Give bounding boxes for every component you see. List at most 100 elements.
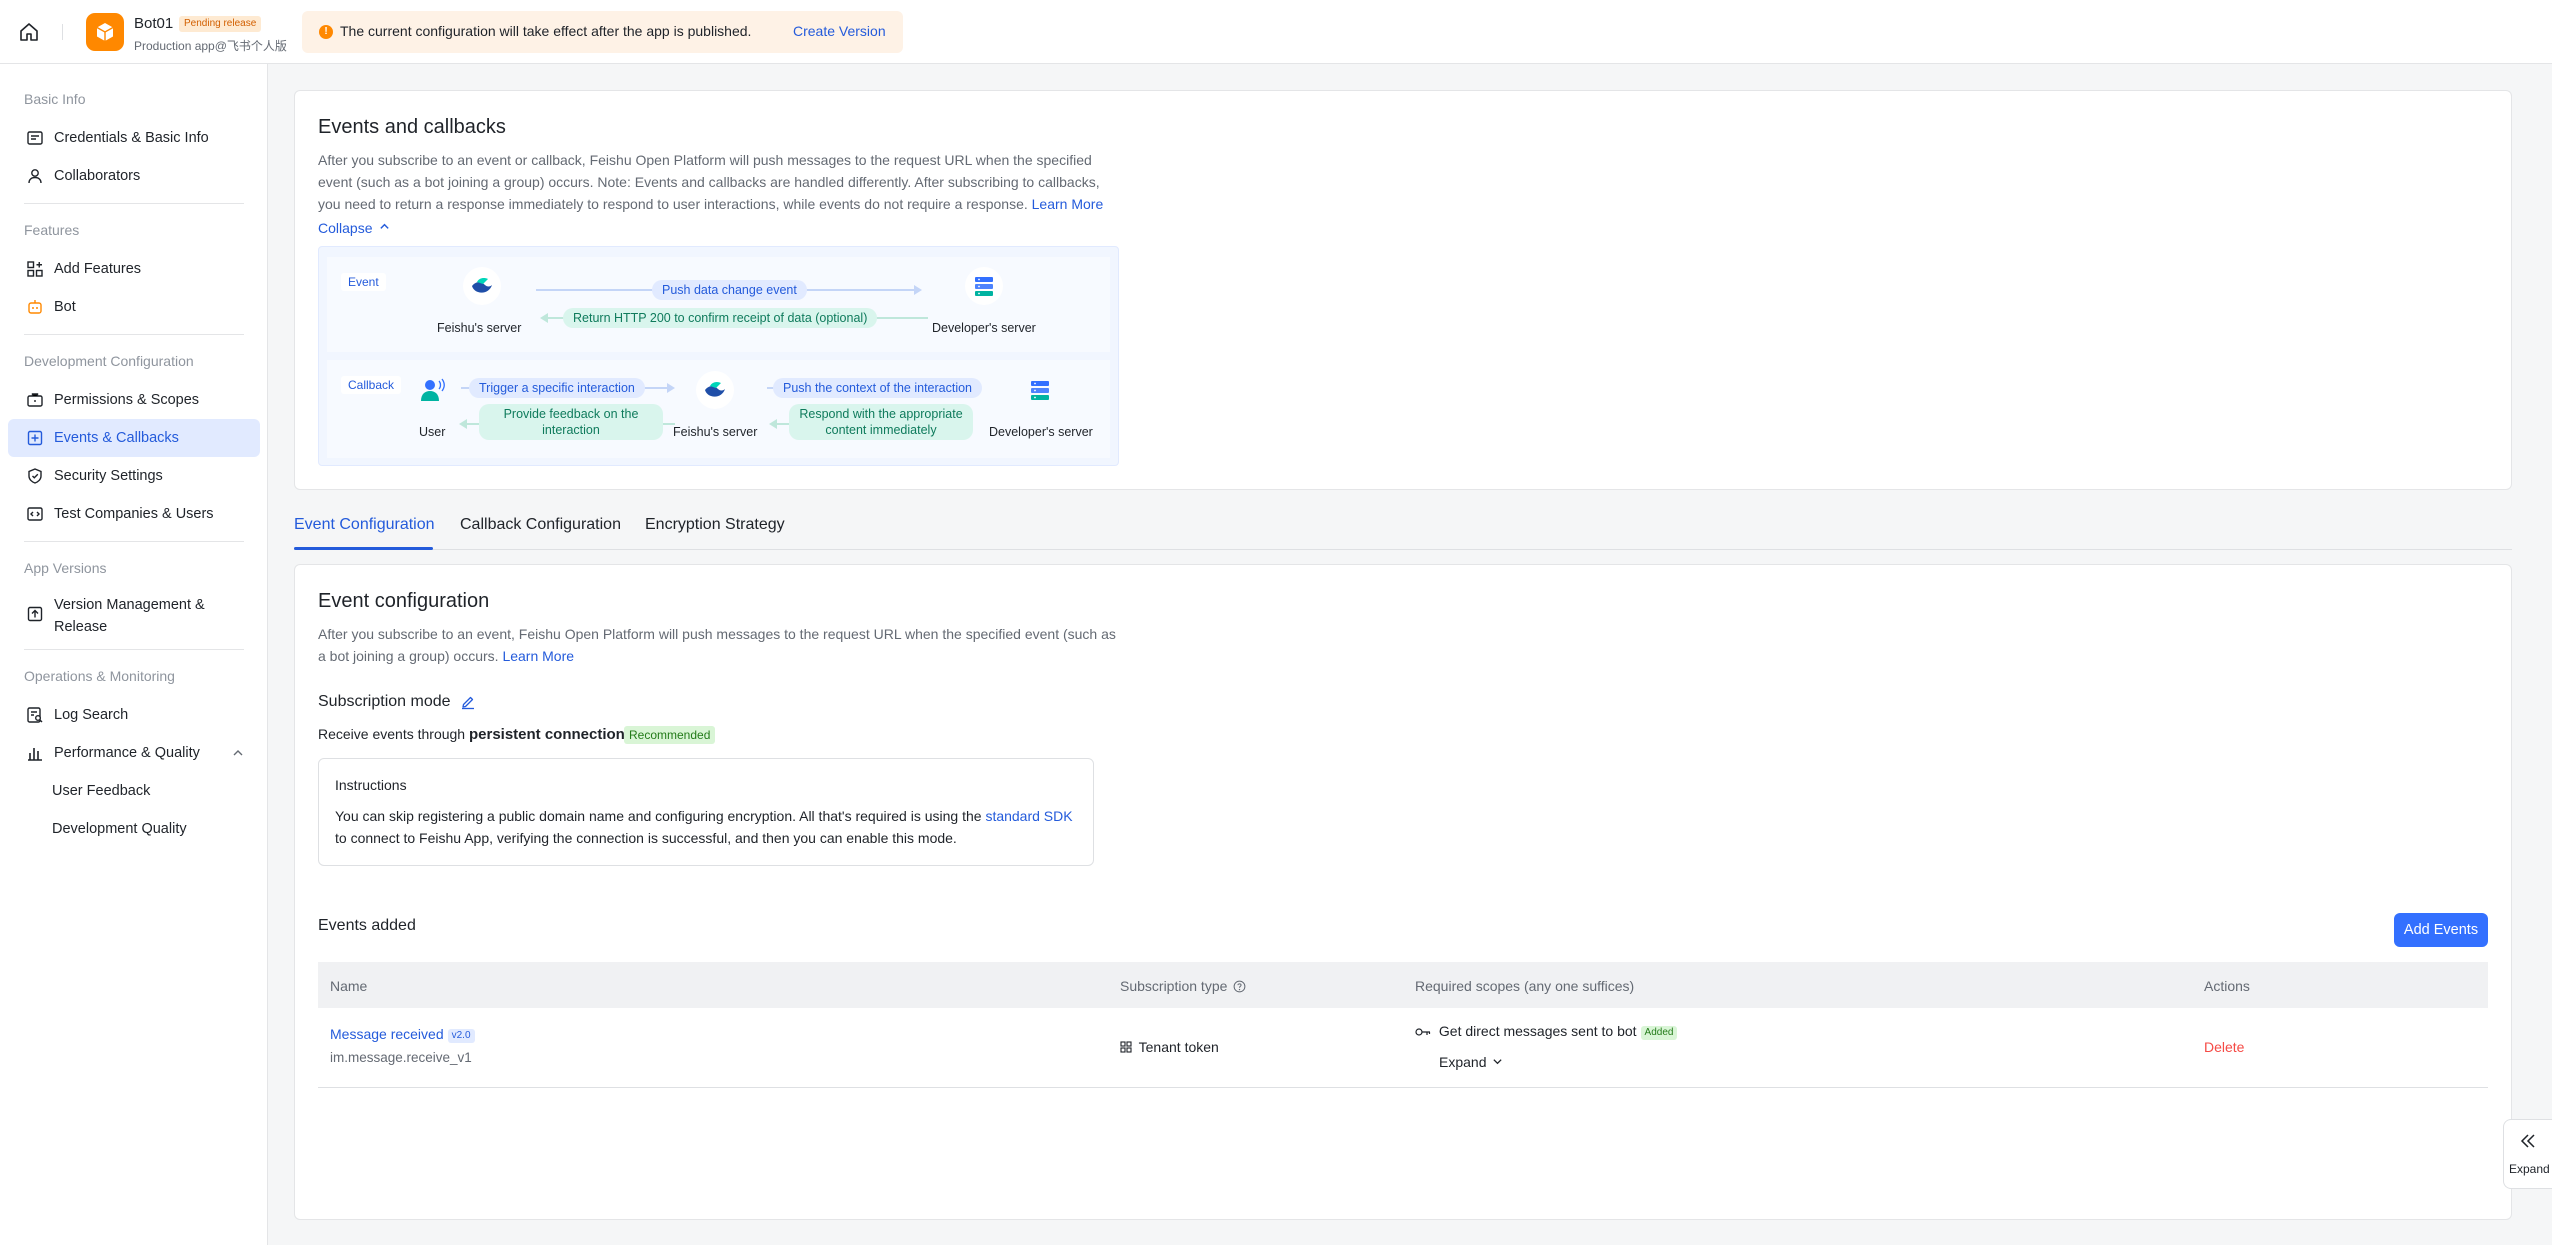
delete-event-button[interactable]: Delete xyxy=(2204,1039,2244,1055)
expand-scopes-toggle[interactable]: Expand xyxy=(1439,1054,1503,1070)
column-header-subscription-type: Subscription type xyxy=(1120,978,1246,994)
return-http-200-label: Return HTTP 200 to confirm receipt of da… xyxy=(563,308,878,328)
sidebar-group-app-versions: App Versions xyxy=(24,560,107,576)
instructions-line: You can skip registering a public domain… xyxy=(335,808,982,824)
tab-callback-configuration[interactable]: Callback Configuration xyxy=(460,516,621,534)
feishu-server-label: Feishu's server xyxy=(437,321,522,335)
events-added-title: Events added xyxy=(318,917,416,934)
description-line: After you subscribe to an event or callb… xyxy=(318,152,1092,168)
divider xyxy=(24,334,244,335)
bot-icon xyxy=(28,300,42,314)
log-search-icon xyxy=(27,707,43,723)
sidebar-item-test-companies[interactable]: Test Companies & Users xyxy=(8,495,260,533)
provide-feedback-label: Provide feedback on the interaction xyxy=(479,404,663,440)
recommended-badge: Recommended xyxy=(624,726,716,744)
sidebar-item-label: Security Settings xyxy=(54,468,163,484)
receive-mode-value: persistent connection xyxy=(468,726,625,743)
sidebar-item-credentials[interactable]: Credentials & Basic Info xyxy=(8,119,260,157)
grid-icon xyxy=(1120,1041,1132,1053)
column-header-label: Subscription type xyxy=(1120,978,1228,994)
sidebar-group-features: Features xyxy=(24,222,80,238)
subscription-type-value: Tenant token xyxy=(1138,1039,1219,1055)
push-context-label: Push the context of the interaction xyxy=(773,378,983,398)
chevron-up-icon[interactable] xyxy=(232,747,244,759)
developer-server-label: Developer's server xyxy=(932,321,1036,335)
events-callbacks-diagram: Event Feishu's server Push data change e… xyxy=(318,246,1119,466)
sidebar-item-events-callbacks[interactable]: Events & Callbacks xyxy=(8,419,260,457)
events-callbacks-title: Events and callbacks xyxy=(318,116,506,138)
collapse-toggle[interactable]: Collapse xyxy=(318,217,390,239)
sidebar-item-permissions[interactable]: Permissions & Scopes xyxy=(8,381,260,419)
sidebar-item-development-quality[interactable]: Development Quality xyxy=(8,810,260,848)
instructions-line: to connect to Feishu App, verifying the … xyxy=(335,830,957,846)
side-expand-panel[interactable]: Expand xyxy=(2503,1119,2552,1189)
sidebar-item-label: Test Companies & Users xyxy=(54,506,214,522)
instructions-box: Instructions You can skip registering a … xyxy=(318,758,1094,866)
tab-event-configuration[interactable]: Event Configuration xyxy=(294,516,435,534)
sidebar-item-version-management[interactable]: Version Management & Release xyxy=(8,586,260,638)
feishu-server-label: Feishu's server xyxy=(673,425,758,439)
sidebar-item-security[interactable]: Security Settings xyxy=(8,457,260,495)
description-line: you need to return a response immediatel… xyxy=(318,196,1028,212)
grid-plus-icon xyxy=(27,261,43,277)
code-icon xyxy=(27,507,43,521)
app-logo xyxy=(86,13,124,51)
scope-name: Get direct messages sent to bot xyxy=(1438,1023,1637,1039)
instructions-title: Instructions xyxy=(335,777,407,793)
divider xyxy=(24,541,244,542)
sidebar-item-label: User Feedback xyxy=(52,783,151,799)
sidebar-item-log-search[interactable]: Log Search xyxy=(8,696,260,734)
sidebar-item-label: Events & Callbacks xyxy=(54,430,179,446)
sidebar-item-label: Add Features xyxy=(54,261,142,277)
sidebar-item-collaborators[interactable]: Collaborators xyxy=(8,157,260,195)
standard-sdk-link[interactable]: standard SDK xyxy=(985,808,1072,824)
event-configuration-title: Event configuration xyxy=(318,590,490,612)
warning-icon: ! xyxy=(319,25,333,39)
learn-more-link[interactable]: Learn More xyxy=(502,648,574,664)
receive-prefix: Receive events through xyxy=(318,726,466,742)
key-icon xyxy=(1415,1028,1431,1036)
event-name-link[interactable]: Message received xyxy=(330,1026,444,1042)
developer-server-label: Developer's server xyxy=(989,425,1093,439)
tab-encryption-strategy[interactable]: Encryption Strategy xyxy=(645,516,785,534)
sidebar-item-performance[interactable]: Performance & Quality xyxy=(8,734,260,772)
edit-icon[interactable] xyxy=(460,694,476,710)
bar-chart-icon xyxy=(28,748,42,761)
status-badge: Pending release xyxy=(179,16,262,32)
sidebar-item-label-line1: Version Management & xyxy=(54,597,205,613)
arrow-left-icon xyxy=(540,313,548,323)
create-version-link[interactable]: Create Version xyxy=(793,23,886,39)
callback-tag: Callback xyxy=(341,376,402,394)
developer-server-icon xyxy=(965,267,1003,305)
receive-mode-text: Receive events through persistent connec… xyxy=(318,726,625,743)
help-icon[interactable] xyxy=(1233,980,1246,993)
arrow-right-icon xyxy=(914,285,922,295)
feishu-server-icon xyxy=(463,267,501,305)
chevron-up-icon xyxy=(380,223,390,229)
learn-more-link[interactable]: Learn More xyxy=(1032,196,1104,212)
user-icon xyxy=(28,169,42,184)
sidebar-item-user-feedback[interactable]: User Feedback xyxy=(8,772,260,810)
publish-notice: ! The current configuration will take ef… xyxy=(302,11,903,53)
briefcase-icon xyxy=(27,393,43,407)
arrow-right-icon xyxy=(667,383,675,393)
sidebar-item-label: Version Management & Release xyxy=(54,594,205,638)
event-configuration-description: After you subscribe to an event, Feishu … xyxy=(318,623,1438,667)
push-data-change-label: Push data change event xyxy=(652,280,807,300)
subscription-mode-label: Subscription mode xyxy=(318,693,451,710)
upload-icon xyxy=(27,606,43,622)
sidebar-item-label: Bot xyxy=(54,299,76,315)
notice-text: The current configuration will take effe… xyxy=(340,23,752,39)
divider xyxy=(62,24,63,40)
home-icon[interactable] xyxy=(18,21,40,43)
divider xyxy=(24,203,244,204)
event-tag: Event xyxy=(341,273,386,291)
sidebar-item-label: Credentials & Basic Info xyxy=(54,130,209,146)
collapse-label: Collapse xyxy=(318,220,373,236)
sidebar-item-bot[interactable]: Bot xyxy=(8,288,260,326)
event-key: im.message.receive_v1 xyxy=(330,1050,472,1065)
table-row: Message received v2.0 im.message.receive_… xyxy=(318,1008,2488,1088)
sidebar-item-add-features[interactable]: Add Features xyxy=(8,250,260,288)
add-events-button[interactable]: Add Events xyxy=(2394,913,2488,947)
side-expand-label: Expand xyxy=(2509,1162,2550,1176)
